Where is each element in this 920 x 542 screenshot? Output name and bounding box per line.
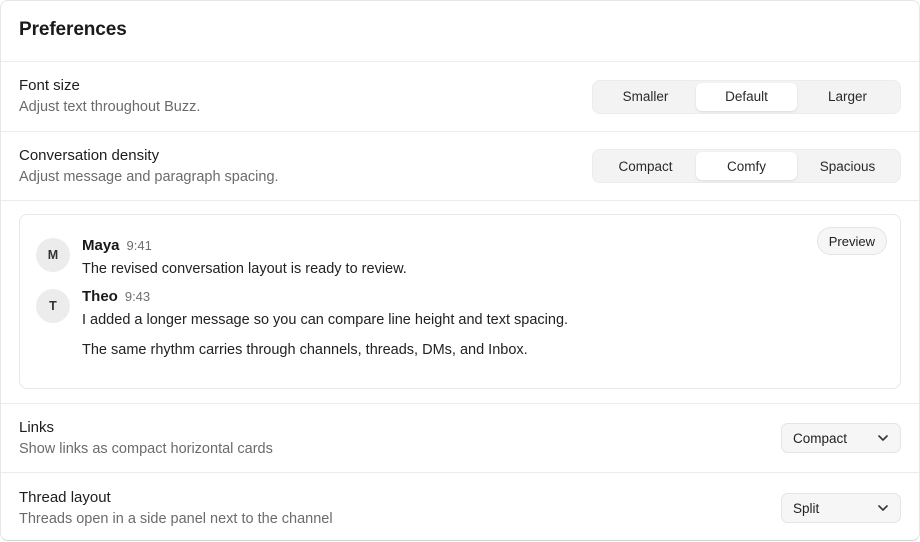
density-row: Conversation density Adjust message and … [1, 132, 919, 201]
message-body: Maya 9:41 The revised conversation layou… [82, 237, 407, 279]
thread-layout-select-value: Split [793, 500, 820, 516]
font-size-description: Adjust text throughout Buzz. [19, 99, 201, 115]
preferences-panel: Preferences Font size Adjust text throug… [0, 0, 920, 541]
thread-layout-text: Thread layout Threads open in a side pan… [19, 488, 333, 529]
message-header: Maya 9:41 [82, 237, 407, 257]
message-author: Theo [82, 288, 118, 305]
font-size-option-smaller[interactable]: Smaller [595, 83, 696, 111]
density-option-spacious[interactable]: Spacious [797, 152, 898, 180]
message-item: T Theo 9:43 I added a longer message so … [36, 288, 884, 360]
preview-button[interactable]: Preview [816, 227, 887, 255]
links-select-value: Compact [793, 430, 848, 446]
font-size-option-default[interactable]: Default [696, 82, 797, 111]
avatar: T [36, 289, 70, 323]
links-row: Links Show links as compact horizontal c… [1, 403, 919, 473]
preferences-header: Preferences [1, 1, 919, 62]
message-author: Maya [82, 237, 120, 254]
avatar: M [36, 238, 70, 272]
message-text: The same rhythm carries through channels… [82, 342, 528, 358]
thread-layout-description: Threads open in a side panel next to the… [19, 510, 333, 527]
links-title: Links [19, 418, 55, 436]
font-size-text: Font size Adjust text throughout Buzz. [19, 76, 200, 117]
font-size-segmented-control: Smaller Default Larger [592, 79, 901, 114]
preview-section: Preview M Maya 9:41 The revised conversa… [1, 201, 919, 403]
density-segmented-control: Compact Comfy Spacious [592, 149, 901, 183]
message-timestamp: 9:41 [126, 238, 152, 253]
preview-card: Preview M Maya 9:41 The revised conversa… [19, 214, 901, 389]
thread-layout-row: Thread layout Threads open in a side pan… [1, 473, 919, 540]
density-option-comfy[interactable]: Comfy [696, 152, 797, 180]
message-body: Theo 9:43 I added a longer message so yo… [82, 288, 568, 360]
chevron-down-icon [878, 503, 888, 513]
chevron-down-icon [878, 433, 888, 443]
font-size-title: Font size [19, 77, 80, 94]
thread-layout-title: Thread layout [19, 488, 111, 506]
density-description: Adjust message and paragraph spacing. [19, 168, 279, 185]
links-select[interactable]: Compact [781, 423, 901, 453]
links-description: Show links as compact horizontal cards [19, 440, 273, 457]
font-size-option-larger[interactable]: Larger [797, 83, 898, 111]
thread-layout-select[interactable]: Split [781, 493, 901, 523]
message-header: Theo 9:43 [82, 288, 568, 308]
page-title: Preferences [19, 19, 127, 40]
message-text: The revised conversation layout is ready… [82, 261, 407, 277]
density-title: Conversation density [19, 146, 160, 164]
density-text: Conversation density Adjust message and … [19, 146, 279, 187]
message-item: M Maya 9:41 The revised conversation lay… [36, 237, 884, 279]
links-text: Links Show links as compact horizontal c… [19, 418, 273, 459]
message-text: I added a longer message so you can comp… [82, 312, 569, 328]
message-timestamp: 9:43 [124, 289, 151, 304]
font-size-row: Font size Adjust text throughout Buzz. S… [1, 62, 919, 132]
density-option-compact[interactable]: Compact [595, 152, 696, 180]
